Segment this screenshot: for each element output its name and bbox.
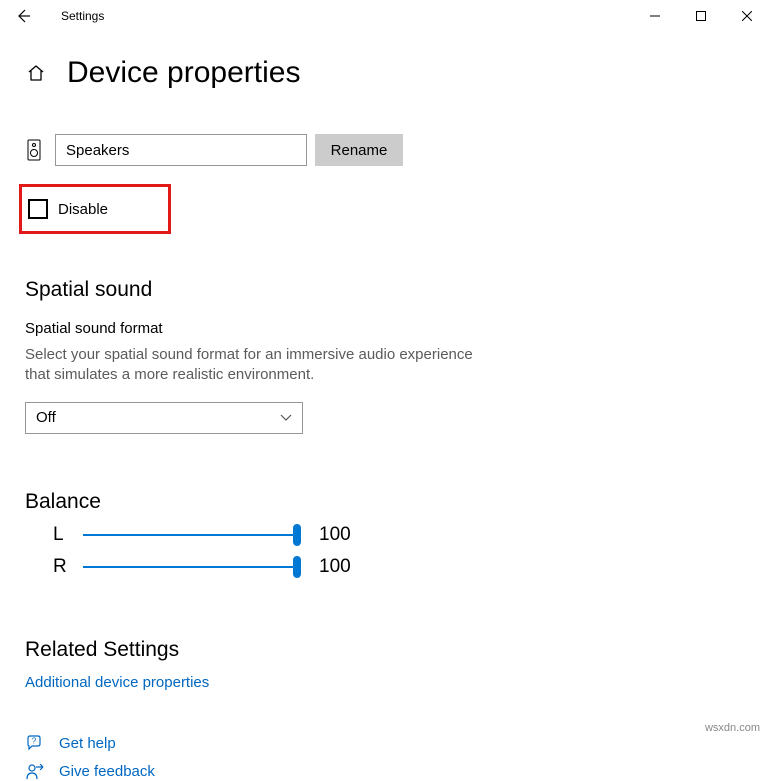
give-feedback-link[interactable]: Give feedback — [25, 763, 745, 781]
page-title: Device properties — [67, 56, 300, 90]
watermark: wsxdn.com — [705, 722, 760, 734]
get-help-label: Get help — [59, 735, 116, 752]
device-name-input[interactable] — [55, 134, 307, 166]
related-settings-heading: Related Settings — [25, 638, 745, 662]
back-button[interactable] — [13, 6, 33, 26]
titlebar: Settings — [0, 0, 770, 32]
spatial-description: Select your spatial sound format for an … — [25, 345, 495, 386]
close-button[interactable] — [724, 0, 770, 32]
disable-label: Disable — [58, 201, 108, 218]
help-icon: ? — [25, 735, 45, 753]
app-title: Settings — [61, 9, 104, 23]
svg-text:?: ? — [32, 736, 37, 745]
balance-left-value: 100 — [319, 524, 351, 546]
home-icon[interactable] — [25, 63, 47, 83]
rename-button[interactable]: Rename — [315, 134, 403, 166]
balance-left-label: L — [53, 524, 83, 546]
speaker-icon — [25, 139, 43, 161]
disable-checkbox-highlight: Disable — [19, 184, 171, 234]
balance-heading: Balance — [25, 490, 745, 514]
device-name-row: Rename — [25, 134, 745, 166]
balance-left-slider[interactable] — [83, 524, 297, 546]
maximize-button[interactable] — [678, 0, 724, 32]
spatial-format-dropdown[interactable]: Off — [25, 402, 303, 434]
additional-properties-link[interactable]: Additional device properties — [25, 674, 209, 691]
page-header: Device properties — [0, 32, 770, 104]
balance-right-slider[interactable] — [83, 556, 297, 578]
dropdown-value: Off — [36, 409, 56, 426]
disable-checkbox[interactable] — [28, 199, 48, 219]
spatial-sound-heading: Spatial sound — [25, 278, 745, 302]
get-help-link[interactable]: ? Get help — [25, 735, 745, 753]
give-feedback-label: Give feedback — [59, 763, 155, 780]
chevron-down-icon — [280, 414, 292, 422]
balance-right-row: R 100 — [25, 556, 745, 578]
spatial-format-label: Spatial sound format — [25, 320, 745, 337]
balance-right-value: 100 — [319, 556, 351, 578]
minimize-button[interactable] — [632, 0, 678, 32]
balance-left-row: L 100 — [25, 524, 745, 546]
balance-right-label: R — [53, 556, 83, 578]
feedback-icon — [25, 763, 45, 781]
